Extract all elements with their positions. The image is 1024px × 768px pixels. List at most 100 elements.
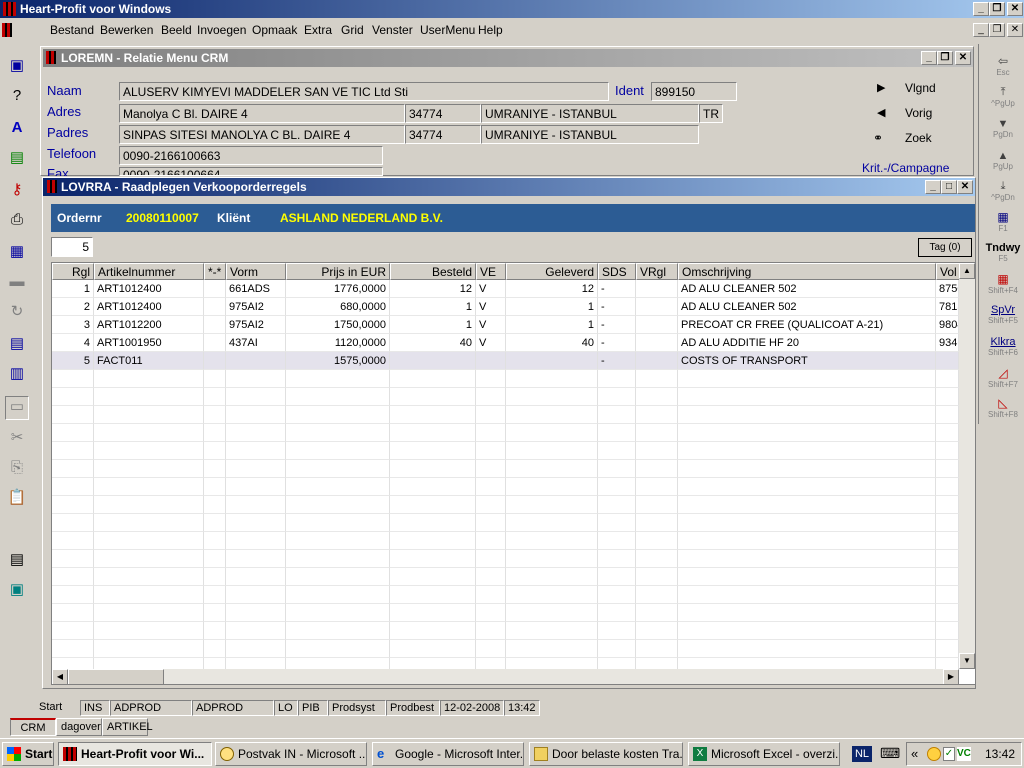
vertical-scrollbar[interactable]: ▲ ▼ [959, 263, 975, 669]
col-vorm[interactable]: Vorm [226, 263, 286, 280]
table-row[interactable]: 2 ART1012400 975AI2 680,0000 1 V 1- AD ALU CLEA… [52, 298, 967, 316]
taskbar-excel[interactable]: X Microsoft Excel - overzi... [688, 742, 840, 766]
page-up-button[interactable]: ▲ PgUp [983, 150, 1023, 180]
cut-icon[interactable]: ✂ [7, 428, 27, 448]
key-icon[interactable]: ⚷ [7, 180, 27, 200]
doc-minimize-button[interactable]: _ [973, 23, 989, 37]
menu-opmaak[interactable]: Opmaak [252, 23, 297, 37]
tray-vc-icon[interactable]: VC [957, 747, 971, 761]
doc-restore-button[interactable]: ❐ [989, 23, 1005, 37]
options-icon[interactable]: ▬ [7, 272, 27, 292]
spvr-button[interactable]: SpVr Shift+F5 [983, 304, 1023, 334]
menu-bestand[interactable]: Bestand [50, 23, 94, 37]
shift-f8-button[interactable]: ◺ Shift+F8 [983, 396, 1023, 426]
fax-field[interactable]: 0090-2166100664 [119, 167, 383, 176]
help-icon[interactable]: ? [7, 86, 27, 106]
klkra-button[interactable]: Klkra Shift+F6 [983, 336, 1023, 366]
form-icon[interactable]: ▦ [7, 242, 27, 262]
menu-grid[interactable]: Grid [341, 23, 364, 37]
tray-expand-icon[interactable]: « [911, 746, 918, 761]
menu-invoegen[interactable]: Invoegen [197, 23, 246, 37]
table-row[interactable]: 1 ART1012400 661ADS 1776,0000 12 V 12- AD ALU C… [52, 280, 967, 298]
refresh-icon[interactable]: ▤ [7, 148, 27, 168]
last-button[interactable]: ⤓ ^PgDn [983, 180, 1023, 210]
padres-street-field[interactable]: SINPAS SITESI MANOLYA C BL. DAIRE 4 [119, 125, 405, 144]
col-omschrijving[interactable]: Omschrijving [678, 263, 936, 280]
keyboard-icon[interactable]: ⌨ [880, 745, 900, 762]
f1-button[interactable]: ▦ F1 [983, 210, 1023, 240]
adres-country-field[interactable]: TR [699, 104, 723, 123]
doc-tab-artikel[interactable]: ARTIKEL [102, 718, 153, 736]
col-besteld[interactable]: Besteld [390, 263, 476, 280]
lovrra-maximize-button[interactable]: □ [941, 180, 957, 194]
paste-icon[interactable]: 📋 [7, 488, 27, 508]
properties-icon[interactable]: ▤ [7, 550, 27, 570]
taskbar-folder[interactable]: Door belaste kosten Tra... [529, 742, 683, 766]
col-star[interactable]: *-* [204, 263, 226, 280]
padres-postcode-field[interactable]: 34774 [405, 125, 481, 144]
escape-button[interactable]: ⇦ Esc [983, 54, 1023, 84]
tray-check-icon[interactable]: ✓ [943, 747, 955, 761]
monitor-icon[interactable]: ▣ [7, 580, 27, 600]
volgend-button[interactable]: ▶ Vlgnd [863, 79, 973, 99]
start-button[interactable]: Start [2, 742, 54, 766]
horizontal-scroll-thumb[interactable] [68, 669, 164, 684]
crm-close-button[interactable]: ✕ [955, 51, 971, 65]
first-button[interactable]: ⤒ ^PgUp [983, 86, 1023, 116]
adres-street-field[interactable]: Manolya C Bl. DAIRE 4 [119, 104, 405, 123]
lovrra-minimize-button[interactable]: _ [925, 180, 941, 194]
menu-extra[interactable]: Extra [304, 23, 332, 37]
crm-minimize-button[interactable]: _ [921, 51, 937, 65]
menu-venster[interactable]: Venster [372, 23, 413, 37]
menu-usermenu[interactable]: UserMenu [420, 23, 475, 37]
tag-button[interactable]: Tag (0) [918, 238, 972, 257]
restore-button[interactable]: ❐ [989, 2, 1005, 16]
scroll-left-icon[interactable]: ◀ [52, 669, 68, 684]
minimize-button[interactable]: _ [973, 2, 989, 16]
menu-bewerken[interactable]: Bewerken [100, 23, 153, 37]
table-row[interactable]: 5 FACT011 1575,0000 - COSTS OF TRANSPORT [52, 352, 967, 370]
tndwy-button[interactable]: Tndwy F5 [983, 242, 1023, 272]
window-toggle-icon[interactable]: ▭ [5, 396, 29, 420]
menu-help[interactable]: Help [478, 23, 503, 37]
tray-clock-icon[interactable] [927, 747, 941, 761]
scroll-right-icon[interactable]: ▶ [943, 669, 959, 684]
adres-postcode-field[interactable]: 34774 [405, 104, 481, 123]
language-indicator[interactable]: NL [852, 746, 872, 762]
col-artikelnummer[interactable]: Artikelnummer [94, 263, 204, 280]
vorig-button[interactable]: ◀ Vorig [863, 104, 973, 124]
horizontal-scrollbar[interactable]: ◀ ▶ [52, 669, 959, 684]
crm-restore-button[interactable]: ❐ [937, 51, 953, 65]
col-vrgl[interactable]: VRgl [636, 263, 678, 280]
doc-tab-crm[interactable]: CRM [10, 718, 56, 736]
naam-field[interactable]: ALUSERV KIMYEVI MADDELER SAN VE TIC Ltd … [119, 82, 609, 101]
col-rgl[interactable]: Rgl [52, 263, 94, 280]
menu-beeld[interactable]: Beeld [161, 23, 192, 37]
font-icon[interactable]: A [7, 118, 27, 138]
taskbar-ie[interactable]: e Google - Microsoft Inter... [372, 742, 524, 766]
taskbar-outlook[interactable]: Postvak IN - Microsoft ... [215, 742, 367, 766]
table-row[interactable]: 4 ART1001950 437AI 1120,0000 40 V 40- AD ALU AD… [52, 334, 967, 352]
col-ve[interactable]: VE [476, 263, 506, 280]
adres-city-field[interactable]: UMRANIYE - ISTANBUL [481, 104, 699, 123]
chart-icon[interactable]: ▥ [7, 364, 27, 384]
document-icon[interactable] [2, 23, 12, 37]
doc-tab-dagover[interactable]: dagover [56, 718, 102, 736]
sync-icon[interactable]: ↻ [7, 302, 27, 322]
telefoon-field[interactable]: 0090-2166100663 [119, 146, 383, 165]
doc-close-button[interactable]: ✕ [1007, 23, 1023, 37]
scroll-down-icon[interactable]: ▼ [959, 653, 975, 669]
page-down-button[interactable]: ▼ PgDn [983, 118, 1023, 148]
shift-f4-button[interactable]: ▦ Shift+F4 [983, 272, 1023, 302]
col-prijs[interactable]: Prijs in EUR [286, 263, 390, 280]
ident-field[interactable]: 899150 [651, 82, 737, 101]
krit-campagne-link[interactable]: Krit.-/Campagne [862, 161, 949, 175]
zoek-button[interactable]: ⚭ Zoek [863, 129, 973, 149]
col-sds[interactable]: SDS [598, 263, 636, 280]
taskbar-heart-profit[interactable]: Heart-Profit voor Wi... [58, 742, 212, 766]
table-row[interactable]: 3 ART1012200 975AI2 1750,0000 1 V 1- PRECOAT CR… [52, 316, 967, 334]
row-count-field[interactable]: 5 [51, 237, 93, 257]
shift-f7-button[interactable]: ◿ Shift+F7 [983, 366, 1023, 396]
window-icon[interactable]: ▣ [7, 56, 27, 76]
copy-icon[interactable]: ⎘ [7, 458, 27, 478]
